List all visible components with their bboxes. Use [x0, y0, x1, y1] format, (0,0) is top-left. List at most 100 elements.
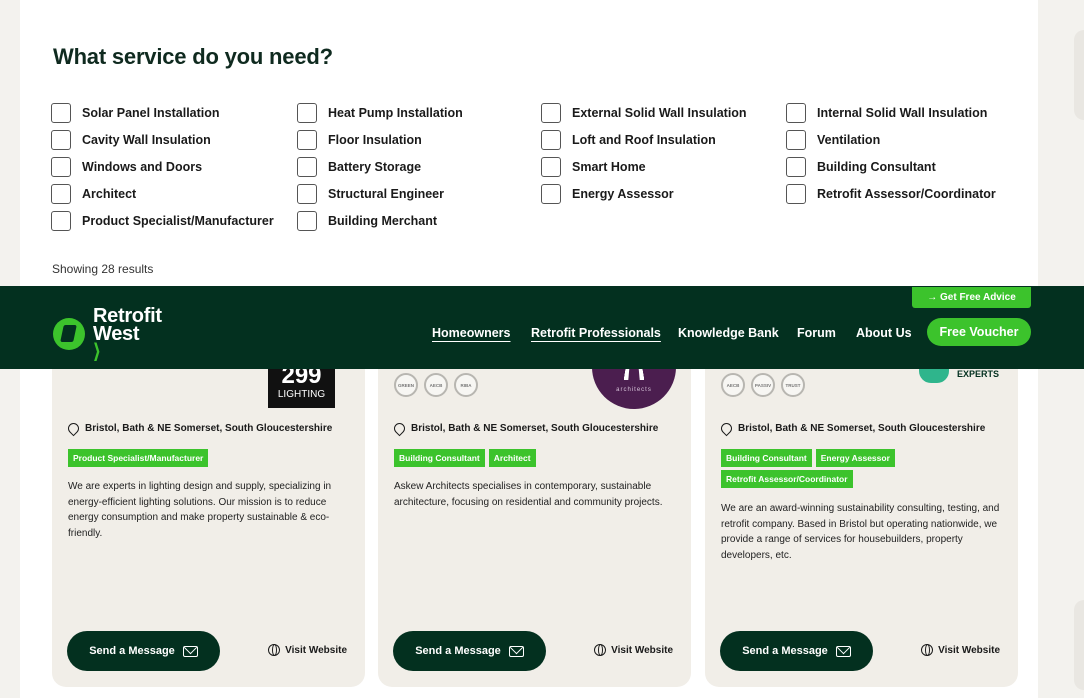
checkbox[interactable] — [541, 130, 561, 150]
send-message-button[interactable]: Send a Message — [67, 631, 220, 671]
filter-external-solid-wall-insulation[interactable]: External Solid Wall Insulation — [541, 103, 747, 123]
service-tags: Building Consultant Architect — [394, 449, 684, 467]
get-free-advice-button[interactable]: → Get Free Advice — [912, 287, 1031, 308]
filter-internal-solid-wall-insulation[interactable]: Internal Solid Wall Insulation — [786, 103, 987, 123]
button-label: Send a Message — [742, 645, 828, 657]
checkbox[interactable] — [51, 103, 71, 123]
location-pin-icon — [391, 420, 408, 437]
accreditation-badges: GREEN AECB RIBA — [394, 373, 478, 397]
visit-website-link[interactable]: Visit Website — [268, 644, 347, 656]
checkbox[interactable] — [51, 157, 71, 177]
company-card: GREEN AECB RIBA architects Bristol, Bath… — [378, 369, 691, 687]
visit-website-link[interactable]: Visit Website — [594, 644, 673, 656]
filter-ventilation[interactable]: Ventilation — [786, 130, 880, 150]
side-decoration — [1074, 600, 1084, 690]
checkbox[interactable] — [51, 130, 71, 150]
checkbox[interactable] — [297, 211, 317, 231]
checkbox[interactable] — [786, 157, 806, 177]
location-text: Bristol, Bath & NE Somerset, South Glouc… — [738, 423, 986, 434]
filter-label: External Solid Wall Insulation — [572, 106, 747, 120]
checkbox[interactable] — [297, 103, 317, 123]
filter-label: Building Consultant — [817, 160, 936, 174]
globe-icon — [268, 644, 281, 656]
logo-text: Retrofit West ⟩ — [93, 306, 162, 363]
location-text: Bristol, Bath & NE Somerset, South Glouc… — [85, 423, 333, 434]
logo-accent: ⟩ — [93, 341, 101, 363]
nav-retrofit-professionals[interactable]: Retrofit Professionals — [531, 326, 661, 340]
results-count: Showing 28 results — [52, 262, 154, 276]
filter-structural-engineer[interactable]: Structural Engineer — [297, 184, 444, 204]
site-logo[interactable]: Retrofit West ⟩ — [53, 306, 162, 363]
filter-label: Product Specialist/Manufacturer — [82, 214, 274, 228]
nav-homeowners[interactable]: Homeowners — [432, 326, 511, 340]
company-description: We are an award-winning sustainability c… — [721, 503, 1000, 561]
nav-forum[interactable]: Forum — [797, 326, 836, 340]
accreditation-badge-icon: AECB — [424, 373, 448, 397]
checkbox[interactable] — [786, 103, 806, 123]
checkbox[interactable] — [51, 211, 71, 231]
filter-label: Ventilation — [817, 133, 881, 147]
company-logo: architects — [592, 369, 676, 409]
free-voucher-button[interactable]: Free Voucher — [927, 318, 1031, 346]
company-card: 299 LIGHTING Bristol, Bath & NE Somerset… — [52, 369, 365, 687]
accreditation-badge-icon: TRUST — [781, 373, 805, 397]
filter-energy-assessor[interactable]: Energy Assessor — [541, 184, 674, 204]
filter-label: Loft and Roof Insulation — [572, 133, 716, 147]
send-message-button[interactable]: Send a Message — [720, 631, 873, 671]
checkbox[interactable] — [786, 184, 806, 204]
service-tag: Energy Assessor — [815, 449, 895, 467]
logo-leaf-icon — [53, 318, 85, 350]
filter-label: Building Merchant — [328, 214, 438, 228]
filter-heat-pump-installation[interactable]: Heat Pump Installation — [297, 103, 463, 123]
company-description: We are experts in lighting design and su… — [68, 481, 332, 539]
globe-icon — [921, 644, 934, 656]
link-label: Visit Website — [611, 644, 673, 656]
filter-building-merchant[interactable]: Building Merchant — [297, 211, 437, 231]
filter-battery-storage[interactable]: Battery Storage — [297, 157, 421, 177]
filter-label: Cavity Wall Insulation — [82, 133, 211, 147]
checkbox[interactable] — [541, 184, 561, 204]
logo-number: 299 — [281, 369, 322, 389]
send-message-button[interactable]: Send a Message — [393, 631, 546, 671]
nav-knowledge-bank[interactable]: Knowledge Bank — [678, 326, 779, 340]
button-label: Send a Message — [89, 645, 175, 657]
filter-label: Energy Assessor — [572, 187, 674, 201]
globe-icon — [594, 644, 607, 656]
checkbox[interactable] — [297, 184, 317, 204]
checkbox[interactable] — [297, 130, 317, 150]
filter-building-consultant[interactable]: Building Consultant — [786, 157, 936, 177]
filter-floor-insulation[interactable]: Floor Insulation — [297, 130, 422, 150]
filter-retrofit-assessor-coordinator[interactable]: Retrofit Assessor/Coordinator — [786, 184, 996, 204]
filter-loft-and-roof-insulation[interactable]: Loft and Roof Insulation — [541, 130, 716, 150]
visit-website-link[interactable]: Visit Website — [921, 644, 1000, 656]
location-pin-icon — [718, 420, 735, 437]
envelope-icon — [508, 645, 524, 657]
filter-label: Solar Panel Installation — [82, 106, 220, 120]
filter-cavity-wall-insulation[interactable]: Cavity Wall Insulation — [51, 130, 211, 150]
service-tags: Product Specialist/Manufacturer — [68, 449, 358, 467]
filter-product-specialist-manufacturer[interactable]: Product Specialist/Manufacturer — [51, 211, 274, 231]
nav-about-us[interactable]: About Us — [856, 326, 912, 340]
page-title: What service do you need? — [53, 44, 333, 69]
service-tags: Building Consultant Energy Assessor Retr… — [721, 449, 1011, 488]
accreditation-badges: AECB PASSIV TRUST — [721, 373, 805, 397]
filter-label: Internal Solid Wall Insulation — [817, 106, 988, 120]
side-decoration — [1074, 30, 1084, 120]
checkbox[interactable] — [297, 157, 317, 177]
checkbox[interactable] — [786, 130, 806, 150]
accreditation-badge-icon: GREEN — [394, 373, 418, 397]
filter-architect[interactable]: Architect — [51, 184, 136, 204]
checkbox[interactable] — [51, 184, 71, 204]
link-label: Visit Website — [285, 644, 347, 656]
company-logo: EXPERTS — [919, 369, 999, 383]
checkbox[interactable] — [541, 157, 561, 177]
filter-solar-panel-installation[interactable]: Solar Panel Installation — [51, 103, 220, 123]
logo-line-2: West — [93, 323, 140, 345]
accreditation-badge-icon: PASSIV — [751, 373, 775, 397]
filter-smart-home[interactable]: Smart Home — [541, 157, 646, 177]
filter-windows-and-doors[interactable]: Windows and Doors — [51, 157, 202, 177]
logo-word: EXPERTS — [957, 369, 1000, 379]
link-label: Visit Website — [938, 644, 1000, 656]
accreditation-badge-icon: RIBA — [454, 373, 478, 397]
checkbox[interactable] — [541, 103, 561, 123]
